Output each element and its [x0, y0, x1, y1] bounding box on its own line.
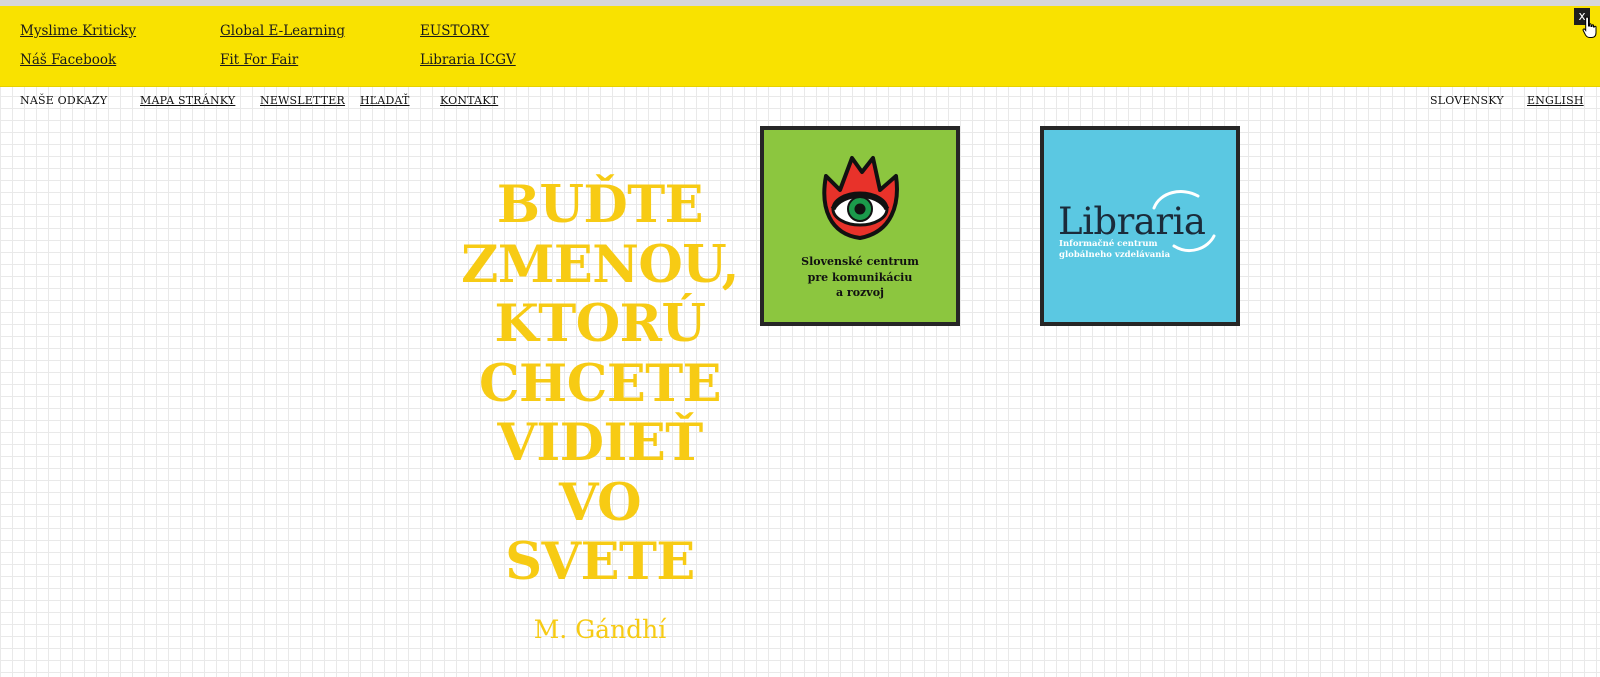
- libraria-logo-link[interactable]: Libraria Informačné centrum globálneho v…: [1040, 126, 1240, 326]
- link-fit-for-fair[interactable]: Fit For Fair: [220, 52, 298, 68]
- libraria-subtitle: Informačné centrum globálneho vzdelávani…: [1059, 239, 1170, 261]
- hand-cursor-icon: [1582, 16, 1597, 38]
- quote-line: BUĎTE: [496, 175, 704, 235]
- link-global-e-learning[interactable]: Global E-Learning: [220, 23, 345, 39]
- link-nas-facebook[interactable]: Náš Facebook: [20, 52, 116, 68]
- sccd-text-line: pre komunikáciu: [807, 270, 913, 284]
- nav-search-link[interactable]: HĽADAŤ: [360, 94, 410, 107]
- link-eustory[interactable]: EUSTORY: [420, 23, 489, 39]
- top-links-bar: Myslime Kriticky Náš Facebook Global E-L…: [0, 6, 1600, 87]
- quote-line: CHCETE: [478, 353, 722, 414]
- sccd-logo-link[interactable]: Slovenské centrum pre komunikáciu a rozv…: [760, 126, 960, 326]
- link-libraria-icgv[interactable]: Libraria ICGV: [420, 52, 516, 68]
- quote-line: KTORÚ: [494, 294, 706, 354]
- our-links-label: NAŠE ODKAZY: [20, 94, 108, 107]
- quote-line: VIDIEŤ: [497, 413, 703, 473]
- libraria-sub-line: globálneho vzdelávania: [1059, 250, 1171, 260]
- nav-newsletter-link[interactable]: NEWSLETTER: [260, 94, 345, 107]
- libraria-name: Libraria: [1058, 200, 1206, 243]
- sccd-text-line: Slovenské centrum: [801, 255, 919, 268]
- link-myslime-kriticky[interactable]: Myslime Kriticky: [20, 23, 136, 39]
- nav-sitemap-link[interactable]: MAPA STRÁNKY: [140, 94, 235, 107]
- quote-line: SVETE: [505, 532, 695, 592]
- nav-contact-link[interactable]: KONTAKT: [440, 94, 498, 107]
- language-english-link[interactable]: ENGLISH: [1527, 94, 1584, 107]
- quote-line: VO: [558, 472, 642, 533]
- quote-author: M. Gándhí: [533, 615, 667, 644]
- quote-text: BUĎTE ZMENOU, KTORÚ CHCETE VIDIEŤ VO SVE…: [440, 175, 760, 593]
- language-current: SLOVENSKY: [1430, 94, 1504, 107]
- libraria-sub-line: Informačné centrum: [1059, 239, 1158, 249]
- sccd-logo-text: Slovenské centrum pre komunikáciu a rozv…: [764, 254, 956, 301]
- quote-line: ZMENOU,: [461, 234, 739, 295]
- sccd-text-line: a rozvoj: [835, 286, 885, 299]
- tulip-eye-icon: [822, 156, 899, 240]
